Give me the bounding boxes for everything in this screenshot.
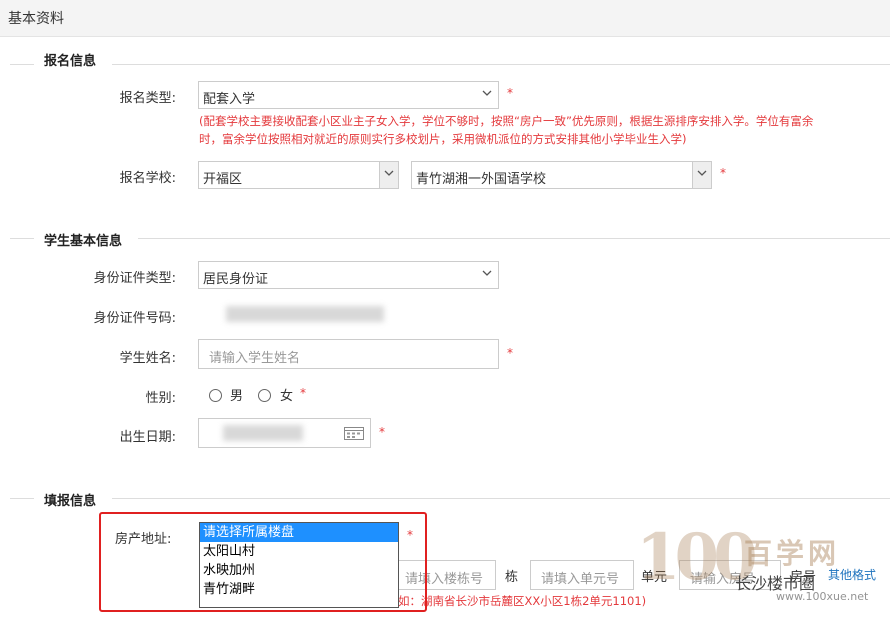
section-title-student: 学生基本信息 [44,234,123,249]
district-value: 开福区 [203,172,243,187]
id-type-value: 居民身份证 [203,272,269,287]
label-student-name: 学生姓名: [119,351,176,366]
gender-male-label: 男 [230,389,244,404]
divider [112,64,890,65]
gender-female-radio[interactable] [258,389,271,402]
building-unit-label: 栋 [505,570,519,585]
chevron-down-icon [482,90,492,96]
required-mark: * [720,166,726,180]
gender-male-radio[interactable] [209,389,222,402]
birth-date-input[interactable] [198,418,371,448]
gender-female-label: 女 [280,389,294,404]
registration-type-value: 配套入学 [203,92,256,107]
divider [10,498,34,499]
student-name-placeholder: 请输入学生姓名 [209,351,301,366]
divider [138,238,890,239]
school-select[interactable]: 青竹湖湘一外国语学校 [411,161,712,189]
label-gender: 性别: [145,391,176,406]
unit-placeholder: 请填入单元号 [541,572,620,587]
divider [10,238,34,239]
divider [10,64,34,65]
registration-note: (配套学校主要接收配套小区业主子女入学，学位不够时，按照“房户一致”优先原则，根… [199,114,814,146]
label-registration-school: 报名学校: [119,171,176,186]
required-mark: * [507,346,513,360]
chevron-down-icon [697,170,707,176]
section-title-registration: 报名信息 [44,54,97,69]
divider [112,498,890,499]
school-value: 青竹湖湘一外国语学校 [416,172,547,187]
watermark-url: www.100xue.net [776,590,869,603]
page-title: 基本资料 [8,11,64,27]
redacted-birth-date [223,425,303,441]
redacted-id-number [226,306,384,322]
required-mark: * [379,425,385,439]
label-registration-type: 报名类型: [119,91,176,106]
label-id-type: 身份证件类型: [93,271,176,286]
required-mark: * [300,386,306,400]
district-select[interactable]: 开福区 [198,161,399,189]
chevron-down-icon [482,270,492,276]
student-name-input[interactable]: 请输入学生姓名 [198,339,499,369]
address-example-note: 如：湖南省长沙市岳麓区XX小区1栋2单元1101) [398,594,647,608]
chevron-down-icon [384,170,394,176]
id-type-select[interactable]: 居民身份证 [198,261,499,289]
label-id-number: 身份证件号码: [93,311,176,326]
watermark-brand: 百学网 [744,537,841,570]
label-birth-date: 出生日期: [119,430,176,445]
header-bar: 基本资料 [0,0,890,37]
registration-type-select[interactable]: 配套入学 [198,81,499,109]
section-title-fill: 填报信息 [44,494,97,509]
required-mark: * [507,86,513,100]
calendar-icon[interactable] [344,427,364,440]
unit-input[interactable]: 请填入单元号 [530,560,634,590]
highlight-box [99,512,427,612]
